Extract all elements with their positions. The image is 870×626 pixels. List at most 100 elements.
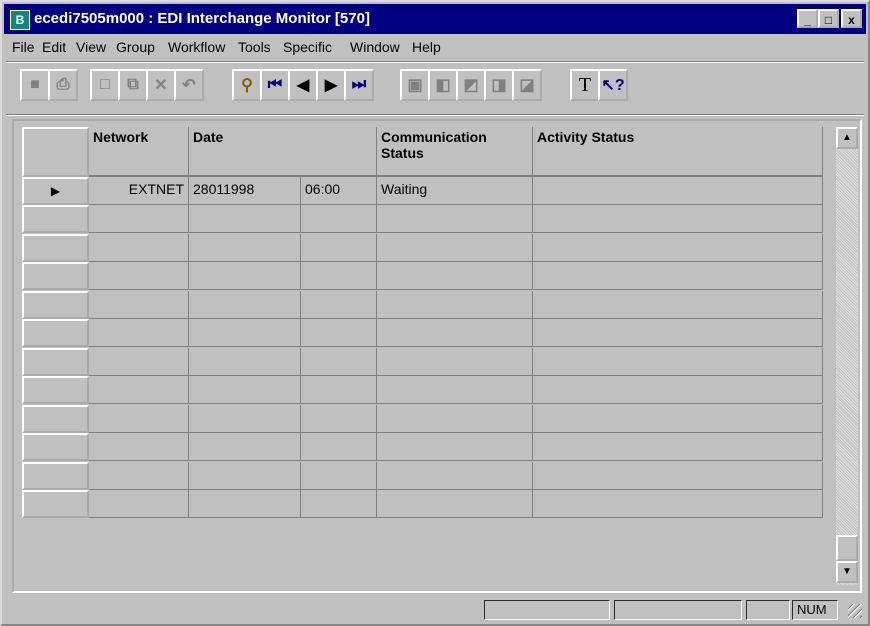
table-cell[interactable] xyxy=(533,461,823,490)
table-cell[interactable] xyxy=(301,461,377,490)
table-row[interactable]: ▶ EXTNET 28011998 06:00 Waiting xyxy=(22,177,823,205)
row-selector[interactable] xyxy=(22,404,89,433)
table-cell[interactable] xyxy=(301,319,377,347)
column-header-date[interactable]: Date xyxy=(189,127,377,177)
menu-edit[interactable]: Edit xyxy=(42,39,66,55)
row-selector[interactable]: ▶ xyxy=(22,177,89,205)
row-selector[interactable] xyxy=(22,205,89,233)
vertical-scrollbar[interactable]: ▲ ▼ xyxy=(836,127,858,585)
table-row[interactable] xyxy=(22,290,823,319)
menu-group[interactable]: Group xyxy=(116,39,155,55)
table-cell[interactable] xyxy=(189,347,301,376)
row-selector[interactable] xyxy=(22,461,89,490)
table-cell[interactable] xyxy=(377,433,533,461)
close-button[interactable]: x xyxy=(841,9,862,28)
column-header-network[interactable]: Network xyxy=(89,127,189,177)
table-cell[interactable] xyxy=(377,376,533,404)
row-selector[interactable] xyxy=(22,262,89,290)
find-button[interactable]: ⚲ xyxy=(232,69,262,101)
table-cell[interactable] xyxy=(533,319,823,347)
save-button[interactable]: ■ xyxy=(20,69,50,101)
first-record-button[interactable]: ⏮ xyxy=(260,69,290,101)
app-icon[interactable]: B xyxy=(10,10,30,30)
table-cell[interactable] xyxy=(89,205,189,233)
table-cell[interactable] xyxy=(377,461,533,490)
table-cell[interactable] xyxy=(189,433,301,461)
table-cell[interactable] xyxy=(301,404,377,433)
table-row[interactable] xyxy=(22,205,823,233)
table-cell[interactable] xyxy=(377,347,533,376)
table-cell[interactable] xyxy=(189,490,301,518)
table-cell[interactable] xyxy=(301,490,377,518)
text-button[interactable]: T xyxy=(570,69,600,101)
next-record-button[interactable]: ▶ xyxy=(316,69,346,101)
table-cell[interactable] xyxy=(301,347,377,376)
table-cell[interactable] xyxy=(377,404,533,433)
table-cell[interactable] xyxy=(189,404,301,433)
scroll-up-button[interactable]: ▲ xyxy=(836,127,858,149)
row-selector[interactable] xyxy=(22,376,89,404)
cell-date[interactable]: 28011998 xyxy=(189,177,301,205)
menu-file[interactable]: File xyxy=(12,39,35,55)
table-cell[interactable] xyxy=(533,347,823,376)
table-row[interactable] xyxy=(22,461,823,490)
cell-activity-status[interactable] xyxy=(533,177,823,205)
cell-time[interactable]: 06:00 xyxy=(301,177,377,205)
table-cell[interactable] xyxy=(377,205,533,233)
delete-button[interactable]: ✕ xyxy=(146,69,176,101)
table-cell[interactable] xyxy=(301,233,377,262)
previous-record-button[interactable]: ◀ xyxy=(288,69,318,101)
table-cell[interactable] xyxy=(89,233,189,262)
table-cell[interactable] xyxy=(189,262,301,290)
print-button[interactable]: ⎙ xyxy=(48,69,78,101)
table-cell[interactable] xyxy=(301,290,377,319)
menu-tools[interactable]: Tools xyxy=(238,39,271,55)
table-cell[interactable] xyxy=(377,262,533,290)
table-cell[interactable] xyxy=(189,461,301,490)
table-cell[interactable] xyxy=(189,319,301,347)
table-cell[interactable] xyxy=(533,490,823,518)
menu-view[interactable]: View xyxy=(76,39,106,55)
table-cell[interactable] xyxy=(533,233,823,262)
table-cell[interactable] xyxy=(189,290,301,319)
form-up-button[interactable]: ◩ xyxy=(456,69,486,101)
scroll-thumb[interactable] xyxy=(836,535,858,561)
copy-button[interactable]: ⧉ xyxy=(118,69,148,101)
table-cell[interactable] xyxy=(89,347,189,376)
help-button[interactable]: ↖? xyxy=(598,69,628,101)
table-cell[interactable] xyxy=(89,490,189,518)
undo-button[interactable]: ↶ xyxy=(174,69,204,101)
table-cell[interactable] xyxy=(89,461,189,490)
table-row[interactable] xyxy=(22,404,823,433)
table-cell[interactable] xyxy=(89,262,189,290)
row-selector[interactable] xyxy=(22,290,89,319)
new-button[interactable]: □ xyxy=(90,69,120,101)
row-selector[interactable] xyxy=(22,347,89,376)
table-cell[interactable] xyxy=(189,205,301,233)
table-cell[interactable] xyxy=(533,205,823,233)
menu-help[interactable]: Help xyxy=(412,39,441,55)
maximize-button[interactable]: □ xyxy=(818,9,839,28)
table-cell[interactable] xyxy=(89,404,189,433)
last-record-button[interactable]: ⏭ xyxy=(344,69,374,101)
table-row[interactable] xyxy=(22,233,823,262)
table-cell[interactable] xyxy=(533,404,823,433)
table-cell[interactable] xyxy=(377,290,533,319)
cell-communication-status[interactable]: Waiting xyxy=(377,177,533,205)
menu-window[interactable]: Window xyxy=(350,39,400,55)
table-cell[interactable] xyxy=(533,290,823,319)
table-row[interactable] xyxy=(22,347,823,376)
table-row[interactable] xyxy=(22,376,823,404)
table-cell[interactable] xyxy=(301,376,377,404)
table-cell[interactable] xyxy=(89,319,189,347)
table-cell[interactable] xyxy=(377,233,533,262)
table-cell[interactable] xyxy=(89,433,189,461)
table-cell[interactable] xyxy=(301,262,377,290)
table-row[interactable] xyxy=(22,262,823,290)
table-cell[interactable] xyxy=(89,290,189,319)
row-selector[interactable] xyxy=(22,233,89,262)
table-cell[interactable] xyxy=(89,376,189,404)
row-selector[interactable] xyxy=(22,433,89,461)
table-cell[interactable] xyxy=(377,319,533,347)
row-selector[interactable] xyxy=(22,490,89,518)
